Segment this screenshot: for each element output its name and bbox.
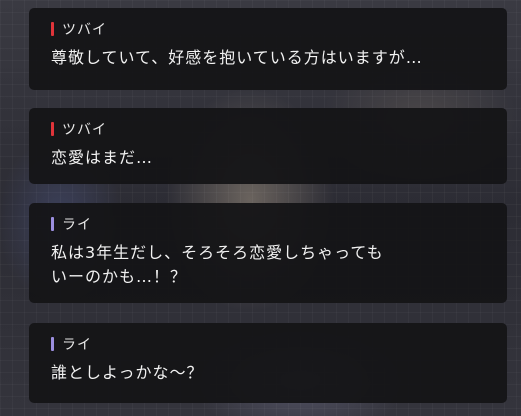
- speaker-header: ツバイ: [51, 20, 485, 38]
- speaker-name: ツバイ: [62, 22, 107, 38]
- speaker-color-marker: [51, 122, 54, 136]
- message-bubble[interactable]: ツバイ 尊敬していて、好感を抱いている方はいますが…: [29, 8, 507, 90]
- speaker-color-marker: [51, 22, 54, 36]
- message-bubble[interactable]: ライ 誰としよっかな～？: [29, 323, 507, 403]
- speaker-name: ライ: [62, 217, 92, 233]
- speaker-color-marker: [51, 337, 54, 351]
- message-bubble[interactable]: ツバイ 恋愛はまだ…: [29, 108, 507, 184]
- speaker-header: ツバイ: [51, 120, 485, 138]
- message-bubble[interactable]: ライ 私は3年生だし、そろそろ恋愛しちゃっても いーのかも…！？: [29, 203, 507, 303]
- message-text: 誰としよっかな～？: [51, 363, 204, 382]
- message-text: 恋愛はまだ…: [51, 148, 154, 167]
- message-text: 尊敬していて、好感を抱いている方はいますが…: [51, 48, 423, 67]
- message-text: いーのかも…！？: [51, 267, 188, 286]
- message-text: 私は3年生だし、そろそろ恋愛しちゃっても: [51, 243, 384, 262]
- speaker-name: ライ: [62, 337, 92, 353]
- speaker-name: ツバイ: [62, 122, 107, 138]
- speaker-header: ライ: [51, 335, 485, 353]
- speaker-header: ライ: [51, 215, 485, 233]
- speaker-color-marker: [51, 217, 54, 231]
